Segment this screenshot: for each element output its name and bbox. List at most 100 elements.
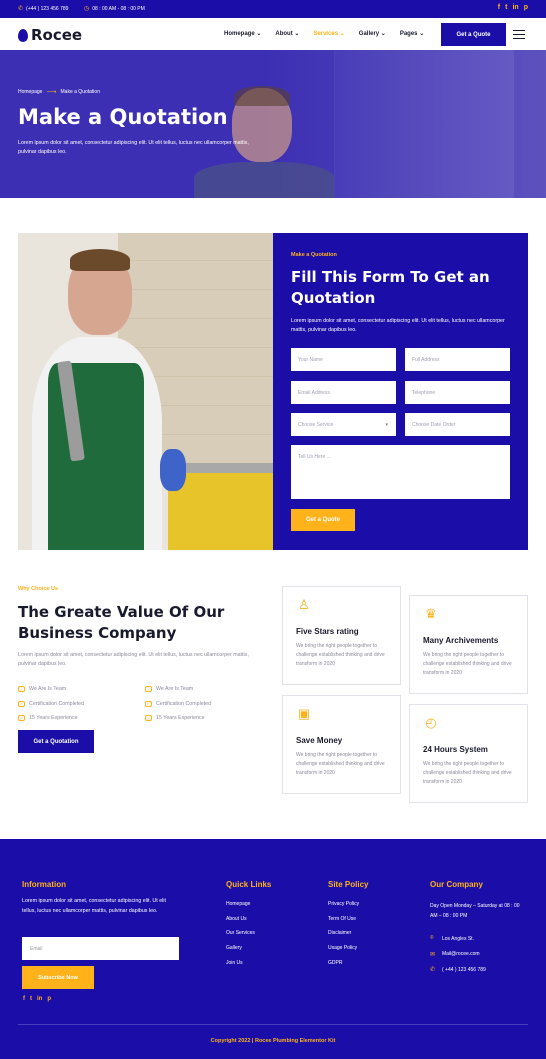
- card-title: Many Archivements: [423, 636, 499, 645]
- check-icon: ✓: [145, 715, 152, 722]
- hero-worker-hair: [234, 86, 290, 106]
- linkedin-icon[interactable]: in: [37, 996, 42, 1002]
- form-kicker: Make a Quotation: [291, 252, 337, 258]
- company-hours: Day Open Monday – Saturday at 08 : 00 AM…: [430, 903, 520, 919]
- check-icon: ✓: [18, 715, 25, 722]
- site-header: Rocee Homepage ⌄ About ⌄ Services ⌄ Gall…: [0, 18, 546, 50]
- topbar-phone-text: (+44 ) 123 456 789: [26, 5, 69, 12]
- nav-services[interactable]: Services ⌄: [313, 30, 344, 37]
- facebook-icon[interactable]: f: [498, 4, 500, 11]
- location-pin-icon: ⌾: [430, 935, 434, 942]
- card-text: We bring the right people together to ch…: [423, 652, 512, 676]
- company-mail[interactable]: ✉ Mail@rocee.com: [430, 947, 522, 963]
- footer-link-usage[interactable]: Usage Policy: [328, 945, 368, 960]
- footer-site-policy: Site Policy Privacy Policy Term Of Use D…: [328, 880, 368, 974]
- card-text: We bring the right people together to ch…: [296, 752, 385, 776]
- footer-info-text: Lorem ipsum dolor sit amet, consectetur …: [22, 898, 166, 914]
- message-field[interactable]: Tell Us Here ...: [291, 445, 510, 499]
- breadcrumb-home[interactable]: Homepage: [18, 89, 42, 95]
- footer-info-title: Information: [22, 880, 66, 889]
- footer-link-gdpr[interactable]: GDPR: [328, 960, 368, 975]
- service-select[interactable]: Choose Service ▾: [291, 413, 396, 436]
- subscribe-button[interactable]: Subscribe Now: [22, 966, 94, 989]
- why-description: Lorem ipsum dolor sit amet, consectetur …: [18, 652, 249, 667]
- date-field[interactable]: Choose Date Order: [405, 413, 510, 436]
- footer-link-terms[interactable]: Term Of Use: [328, 916, 368, 931]
- wallet-icon: ▣: [297, 706, 311, 721]
- footer-company: Our Company Day Open Monday – Saturday a…: [430, 880, 522, 978]
- nav-pages[interactable]: Pages ⌄: [400, 30, 424, 37]
- topbar-hours: ◷ 08 : 00 AM - 08 : 00 PM: [84, 5, 145, 13]
- logo[interactable]: Rocee: [18, 26, 82, 44]
- water-drop-icon: [18, 28, 28, 42]
- company-phone[interactable]: ✆( +44 ) 123 456 789: [430, 962, 522, 978]
- linkedin-icon[interactable]: in: [512, 4, 518, 11]
- footer-link-join[interactable]: Join Us: [226, 960, 271, 975]
- hero-description: Lorem ipsum dolor sit amet, consectetur …: [18, 140, 249, 155]
- submit-quote-button[interactable]: Get a Quote: [291, 509, 355, 531]
- topbar-phone[interactable]: ✆ (+44 ) 123 456 789: [18, 5, 69, 13]
- feature-card: ◴ 24 Hours System We bring the right peo…: [409, 704, 528, 803]
- nav-about[interactable]: About ⌄: [275, 30, 299, 37]
- card-text: We bring the right people together to ch…: [296, 643, 385, 667]
- check-icon: ✓: [145, 686, 152, 693]
- trophy-icon: ♛: [425, 606, 437, 621]
- company-title: Our Company: [430, 880, 483, 889]
- email-field[interactable]: Email Address: [291, 381, 396, 404]
- feature-list-right: ✓ We Are Is Team ✓ Certification Completed…: [145, 682, 211, 726]
- site-policy-title: Site Policy: [328, 880, 369, 889]
- quick-links-title: Quick Links: [226, 880, 272, 889]
- address-field[interactable]: Full Address: [405, 348, 510, 371]
- footer-link-services[interactable]: Our Services: [226, 930, 271, 945]
- feature-item: ✓ 15 Years Experience: [18, 715, 78, 722]
- facebook-icon[interactable]: f: [23, 996, 25, 1002]
- name-field[interactable]: Your Name: [291, 348, 396, 371]
- plumber-photo: [18, 233, 273, 550]
- quotation-section: Make a Quotation Fill This Form To Get a…: [18, 233, 528, 550]
- pinterest-icon[interactable]: p: [524, 4, 528, 11]
- footer-link-gallery[interactable]: Gallery: [226, 945, 271, 960]
- footer-link-homepage[interactable]: Homepage: [226, 901, 271, 916]
- pinterest-icon[interactable]: p: [47, 996, 51, 1002]
- copyright: Copyright 2022 | Rocee Plumbing Elemento…: [210, 1038, 336, 1044]
- hero-banner: Homepage ⟶ Make a Quotation Make a Quota…: [0, 50, 546, 198]
- footer-link-disclaimer[interactable]: Disclaimer: [328, 930, 368, 945]
- get-quotation-button[interactable]: Get a Quotation: [18, 730, 94, 753]
- breadcrumb: Homepage ⟶ Make a Quotation: [18, 88, 100, 96]
- people-icon: ♙: [298, 597, 310, 612]
- subscribe-email-input[interactable]: Email: [22, 937, 179, 960]
- top-bar: ✆ (+44 ) 123 456 789 ◷ 08 : 00 AM - 08 :…: [0, 0, 546, 18]
- card-title: Save Money: [296, 736, 343, 745]
- feature-item: ✓ Certification Completed: [18, 700, 85, 707]
- arrow-right-icon: ⟶: [46, 89, 57, 96]
- card-title: 24 Hours System: [423, 745, 488, 754]
- phone-icon: ✆: [430, 967, 436, 974]
- phone-icon: ✆: [18, 6, 24, 12]
- check-icon: ✓: [18, 686, 25, 693]
- quotation-form: Make a Quotation Fill This Form To Get a…: [273, 233, 528, 550]
- card-title: Five Stars rating: [296, 627, 359, 636]
- why-heading: The Greate Value Of Our Business Company: [18, 603, 225, 642]
- check-icon: ✓: [18, 700, 25, 707]
- nav-gallery[interactable]: Gallery ⌄: [359, 30, 386, 37]
- check-icon: ✓: [145, 700, 152, 707]
- topbar-hours-text: 08 : 00 AM - 08 : 00 PM: [92, 5, 145, 12]
- footer-link-about[interactable]: About Us: [226, 916, 271, 931]
- footer-link-privacy[interactable]: Privacy Policy: [328, 901, 368, 916]
- footer-quick-links: Quick Links Homepage About Us Our Servic…: [226, 880, 271, 974]
- twitter-icon[interactable]: t: [505, 4, 507, 11]
- main-nav: Homepage ⌄ About ⌄ Services ⌄ Gallery ⌄ …: [224, 30, 438, 37]
- why-kicker: Why Choice Us: [18, 586, 59, 592]
- menu-icon[interactable]: [513, 30, 525, 42]
- feature-card: ♙ Five Stars rating We bring the right p…: [282, 586, 401, 685]
- logo-text: Rocee: [31, 26, 83, 44]
- feature-list-left: ✓ We Are Is Team ✓ Certification Completed…: [18, 682, 84, 726]
- nav-homepage[interactable]: Homepage ⌄: [224, 30, 261, 37]
- mail-icon: ✉: [430, 951, 436, 958]
- twitter-icon[interactable]: t: [30, 996, 32, 1002]
- telephone-field[interactable]: Telephone: [405, 381, 510, 404]
- chevron-down-icon: ▾: [385, 421, 388, 428]
- why-choose-us: Why Choice Us The Greate Value Of Our Bu…: [18, 586, 268, 753]
- get-quote-button[interactable]: Get a Quote: [441, 23, 506, 46]
- card-text: We bring the right people together to ch…: [423, 761, 512, 785]
